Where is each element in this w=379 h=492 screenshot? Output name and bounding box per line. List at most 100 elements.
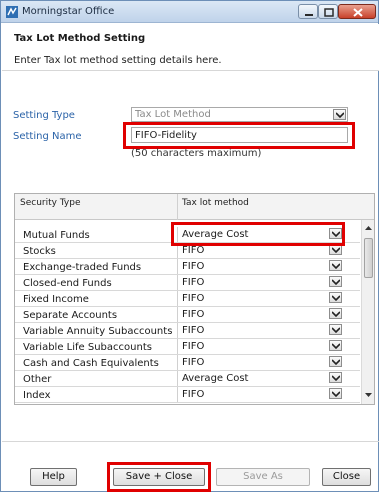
table-row[interactable]: Closed-end Funds FIFO bbox=[15, 275, 360, 291]
maximize-button[interactable] bbox=[318, 4, 338, 19]
chevron-down-icon bbox=[332, 279, 340, 285]
chevron-down-icon bbox=[332, 327, 340, 333]
tax-lot-grid: Security Type Tax lot method Mutual Fund… bbox=[14, 193, 375, 405]
security-type-cell: Mutual Funds bbox=[23, 230, 90, 241]
minimize-button[interactable] bbox=[298, 4, 318, 19]
tax-lot-method-dropdown-button[interactable] bbox=[329, 324, 342, 335]
table-row[interactable]: Cash and Cash Equivalents FIFO bbox=[15, 355, 360, 371]
setting-name-label: Setting Name bbox=[13, 131, 82, 142]
save-close-button[interactable]: Save + Close bbox=[113, 468, 205, 486]
grid-body: Mutual Funds Average Cost Stocks FIFO Ex… bbox=[15, 220, 360, 404]
setting-type-select[interactable]: Tax Lot Method bbox=[131, 107, 348, 122]
tax-lot-method-value: FIFO bbox=[182, 309, 205, 320]
vertical-scrollbar[interactable] bbox=[361, 220, 374, 404]
security-type-cell: Variable Annuity Subaccounts bbox=[23, 326, 173, 337]
tax-lot-method-dropdown-button[interactable] bbox=[329, 372, 342, 383]
tax-lot-method-dropdown-button[interactable] bbox=[329, 356, 342, 367]
tax-lot-method-select[interactable]: FIFO bbox=[177, 339, 342, 354]
chevron-down-icon bbox=[332, 391, 340, 397]
setting-type-label: Setting Type bbox=[13, 110, 75, 121]
tax-lot-method-value: FIFO bbox=[182, 325, 205, 336]
header-panel: Tax Lot Method Setting Enter Tax lot met… bbox=[2, 24, 379, 71]
table-row[interactable]: Variable Life Subaccounts FIFO bbox=[15, 339, 360, 355]
table-row[interactable]: Variable Annuity Subaccounts FIFO bbox=[15, 323, 360, 339]
security-type-cell: Cash and Cash Equivalents bbox=[23, 358, 159, 369]
chevron-down-icon bbox=[332, 375, 340, 381]
table-row[interactable]: Exchange-traded Funds FIFO bbox=[15, 259, 360, 275]
tax-lot-method-value: Average Cost bbox=[182, 373, 249, 384]
help-button[interactable]: Help bbox=[30, 468, 77, 486]
chevron-down-icon bbox=[332, 263, 340, 269]
tax-lot-method-value: FIFO bbox=[182, 357, 205, 368]
tax-lot-method-value: FIFO bbox=[182, 277, 205, 288]
tax-lot-method-dropdown-button[interactable] bbox=[329, 388, 342, 399]
tax-lot-method-dropdown-button[interactable] bbox=[329, 308, 342, 319]
security-type-cell: Other bbox=[23, 374, 52, 385]
tax-lot-method-select[interactable]: FIFO bbox=[177, 323, 342, 338]
tax-lot-method-value: FIFO bbox=[182, 389, 205, 400]
security-type-cell: Separate Accounts bbox=[23, 310, 118, 321]
tax-lot-method-dropdown-button[interactable] bbox=[329, 292, 342, 303]
chevron-down-icon bbox=[332, 231, 340, 237]
tax-lot-method-select[interactable]: FIFO bbox=[177, 243, 342, 258]
page-title: Tax Lot Method Setting bbox=[14, 33, 146, 44]
security-type-cell: Exchange-traded Funds bbox=[23, 262, 142, 273]
tax-lot-method-select[interactable]: FIFO bbox=[177, 355, 342, 370]
setting-type-value: Tax Lot Method bbox=[135, 109, 211, 120]
tax-lot-method-select[interactable]: FIFO bbox=[177, 291, 342, 306]
setting-name-field[interactable] bbox=[131, 127, 348, 143]
table-row[interactable]: Fixed Income FIFO bbox=[15, 291, 360, 307]
setting-type-dropdown-button[interactable] bbox=[333, 109, 346, 120]
tax-lot-method-select[interactable]: Average Cost bbox=[177, 371, 342, 386]
grid-header: Security Type Tax lot method bbox=[15, 194, 374, 220]
column-header-security-type[interactable]: Security Type bbox=[20, 198, 81, 208]
dialog-window: Morningstar Office Tax Lot Method Settin… bbox=[0, 0, 379, 492]
close-window-button[interactable] bbox=[338, 4, 376, 19]
security-type-cell: Variable Life Subaccounts bbox=[23, 342, 152, 353]
tax-lot-method-dropdown-button[interactable] bbox=[329, 260, 342, 271]
table-row[interactable]: Separate Accounts FIFO bbox=[15, 307, 360, 323]
title-bar[interactable]: Morningstar Office bbox=[1, 1, 378, 23]
scroll-down-arrow-icon[interactable] bbox=[362, 389, 375, 402]
tax-lot-method-value: Average Cost bbox=[182, 229, 249, 240]
tax-lot-method-select[interactable]: FIFO bbox=[177, 275, 342, 290]
close-icon bbox=[353, 8, 363, 17]
app-icon bbox=[6, 6, 18, 18]
table-row[interactable]: Index FIFO bbox=[15, 387, 360, 403]
save-as-button[interactable]: Save As bbox=[216, 468, 310, 486]
chevron-down-icon bbox=[332, 295, 340, 301]
chevron-down-icon bbox=[332, 311, 340, 317]
column-header-tax-lot-method[interactable]: Tax lot method bbox=[182, 198, 249, 208]
tax-lot-method-select[interactable]: Average Cost bbox=[177, 227, 342, 242]
tax-lot-method-value: FIFO bbox=[182, 245, 205, 256]
tax-lot-method-select[interactable]: FIFO bbox=[177, 387, 342, 402]
security-type-cell: Index bbox=[23, 390, 51, 401]
chevron-down-icon bbox=[332, 343, 340, 349]
scroll-up-arrow-icon[interactable] bbox=[362, 222, 375, 235]
tax-lot-method-value: FIFO bbox=[182, 341, 205, 352]
table-row[interactable]: Other Average Cost bbox=[15, 371, 360, 387]
security-type-cell: Fixed Income bbox=[23, 294, 89, 305]
maximize-icon bbox=[324, 8, 334, 17]
tax-lot-method-select[interactable]: FIFO bbox=[177, 307, 342, 322]
chevron-down-icon bbox=[336, 112, 344, 118]
tax-lot-method-select[interactable]: FIFO bbox=[177, 259, 342, 274]
tax-lot-method-dropdown-button[interactable] bbox=[329, 244, 342, 255]
tax-lot-method-value: FIFO bbox=[182, 293, 205, 304]
scrollbar-thumb[interactable] bbox=[364, 238, 373, 278]
tax-lot-method-value: FIFO bbox=[182, 261, 205, 272]
table-row[interactable]: Stocks FIFO bbox=[15, 243, 360, 259]
page-description: Enter Tax lot method setting details her… bbox=[14, 55, 222, 66]
close-button[interactable]: Close bbox=[322, 468, 371, 486]
tax-lot-method-dropdown-button[interactable] bbox=[329, 340, 342, 351]
tax-lot-method-dropdown-button[interactable] bbox=[329, 276, 342, 287]
security-type-cell: Stocks bbox=[23, 246, 56, 257]
chevron-down-icon bbox=[332, 247, 340, 253]
tax-lot-method-dropdown-button[interactable] bbox=[329, 228, 342, 239]
setting-name-input[interactable] bbox=[132, 128, 347, 142]
table-row[interactable]: Mutual Funds Average Cost bbox=[15, 227, 360, 243]
security-type-cell: Closed-end Funds bbox=[23, 278, 112, 289]
chevron-down-icon bbox=[332, 359, 340, 365]
column-divider bbox=[177, 194, 178, 220]
setting-name-hint: (50 characters maximum) bbox=[131, 148, 262, 159]
